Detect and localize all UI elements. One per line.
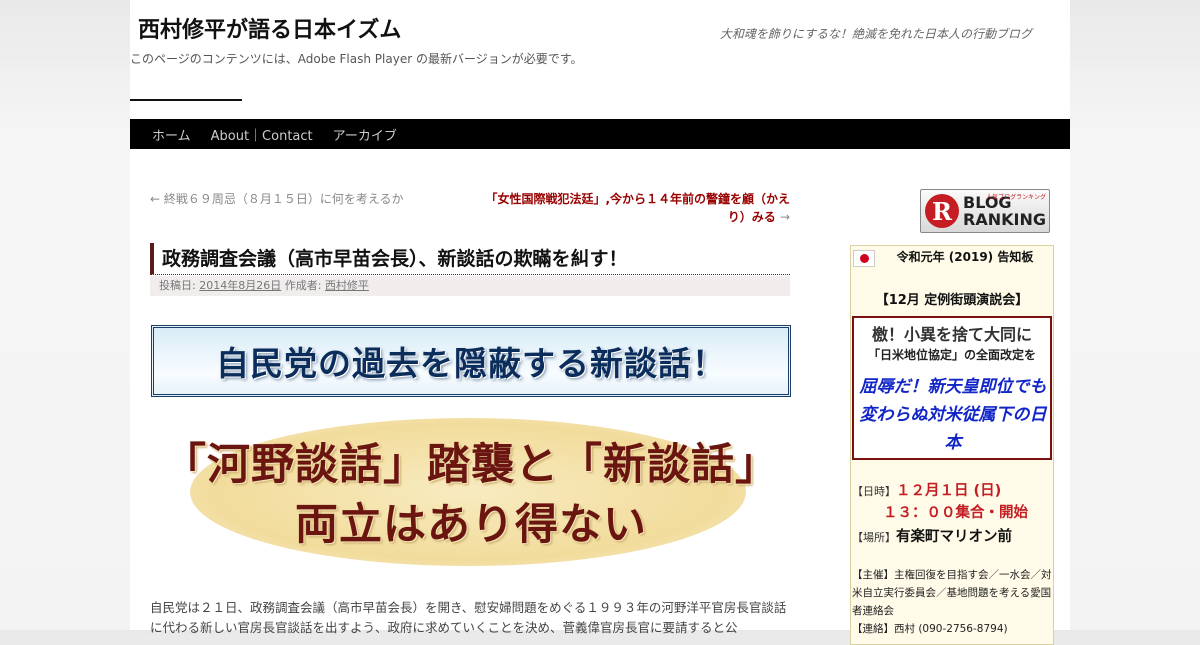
next-arrow-icon: → [779, 210, 790, 224]
main-navigation: ホーム About｜Contact アーカイブ [130, 119, 1070, 149]
headline-banner: 自民党の過去を隠蔽する新談話！ [151, 325, 791, 397]
post-date-link[interactable]: 2014年8月26日 [199, 279, 281, 292]
place-label: 【場所】 [852, 531, 896, 544]
slogan-subheading: 「日米地位協定」の全面改定を [867, 348, 1036, 362]
event-date-row: 【日時】１２月１日 (日) [852, 479, 1001, 500]
event-time-row: １３：００集合・開始 [883, 501, 1028, 522]
slogan-heading: 檄！小異を捨て大同に [871, 325, 1032, 344]
previous-post-link[interactable]: ← 終戦６９周忌（８月１５日）に何を考えるか [150, 190, 404, 207]
posted-label: 投稿日: [159, 279, 196, 292]
place-value: 有楽町マリオン前 [896, 529, 1012, 545]
author-link[interactable]: 西村修平 [325, 279, 369, 292]
post-body: 自民党は２１日、政務調査会議（高市早苗会長）を開き、慰安婦問題をめぐる１９９３年… [150, 600, 787, 635]
nav-item-archive[interactable]: アーカイブ [323, 125, 407, 144]
page-container: 西村修平が語る日本イズム 大和魂を飾りにするな！絶滅を免れた日本人の行動ブログ … [130, 0, 1070, 645]
notice-board: 令和元年 (2019) 告知板 【12月 定例街頭演説会】 檄！小異を捨て大同に… [850, 245, 1054, 645]
site-title[interactable]: 西村修平が語る日本イズム [138, 12, 401, 44]
slogan-main: 屈辱だ！新天皇即位でも変わらぬ対米従属下の日本 [859, 377, 1047, 453]
blog-ranking-badge[interactable]: R BLOG RANKING 人気ブログランキング [920, 189, 1050, 233]
header-divider [130, 99, 242, 101]
ranking-word-ranking: RANKING [963, 210, 1046, 229]
ranking-small-text: 人気ブログランキング [986, 194, 1046, 201]
dispute-heading-line2: 両立はあり得ない [295, 500, 647, 550]
event-place-row: 【場所】有楽町マリオン前 [852, 525, 1012, 546]
site-description: 大和魂を飾りにするな！絶滅を免れた日本人の行動ブログ [719, 27, 1032, 41]
nav-item-about[interactable]: About｜Contact [201, 125, 323, 144]
author-label: 作成者: [284, 279, 322, 292]
event-title: 【12月 定例街頭演説会】 [875, 293, 1029, 308]
date-value: １２月１日 (日) [896, 483, 1002, 499]
date-label: 【日時】 [852, 485, 896, 498]
next-post-link[interactable]: 「女性国際戦犯法廷」,今から１４年前の警鐘を顧（かえり）みる → [475, 190, 790, 226]
post-meta: 投稿日: 2014年8月26日 作成者: 西村修平 [150, 276, 790, 296]
notice-board-title: 令和元年 (2019) 告知板 [896, 250, 1034, 264]
post-title: 政務調査会議（高市早苗会長）、新談話の欺瞞を糾す！ [150, 243, 790, 275]
ranking-logo-icon: R [925, 194, 959, 228]
next-post-label: 「女性国際戦犯法廷」,今から１４年前の警鐘を顧（かえり）みる [485, 192, 790, 224]
event-details: 【主催】主権回復を目指す会／一水会／対米自立実行委員会／基地問題を考える愛国者連… [852, 566, 1054, 638]
nav-item-home[interactable]: ホーム [142, 125, 201, 144]
slogan-box: 檄！小異を捨て大同に 「日米地位協定」の全面改定を 屈辱だ！新天皇即位でも変わら… [852, 316, 1052, 460]
dispute-heading-line1: 「河野談話」踏襲と「新談話」 [163, 440, 779, 490]
time-value: １３：００集合・開始 [883, 505, 1028, 521]
banner-text: 自民党の過去を隠蔽する新談話！ [216, 344, 726, 383]
japan-flag-icon [853, 250, 875, 267]
organizer-text: 【主催】主権回復を目指す会／一水会／対米自立実行委員会／基地問題を考える愛国者連… [852, 569, 1052, 617]
contact-text: 【連絡】西村 (090-2756-8794) [852, 623, 1008, 635]
flash-notice: このページのコンテンツには、Adobe Flash Player の最新バージョ… [130, 52, 583, 66]
